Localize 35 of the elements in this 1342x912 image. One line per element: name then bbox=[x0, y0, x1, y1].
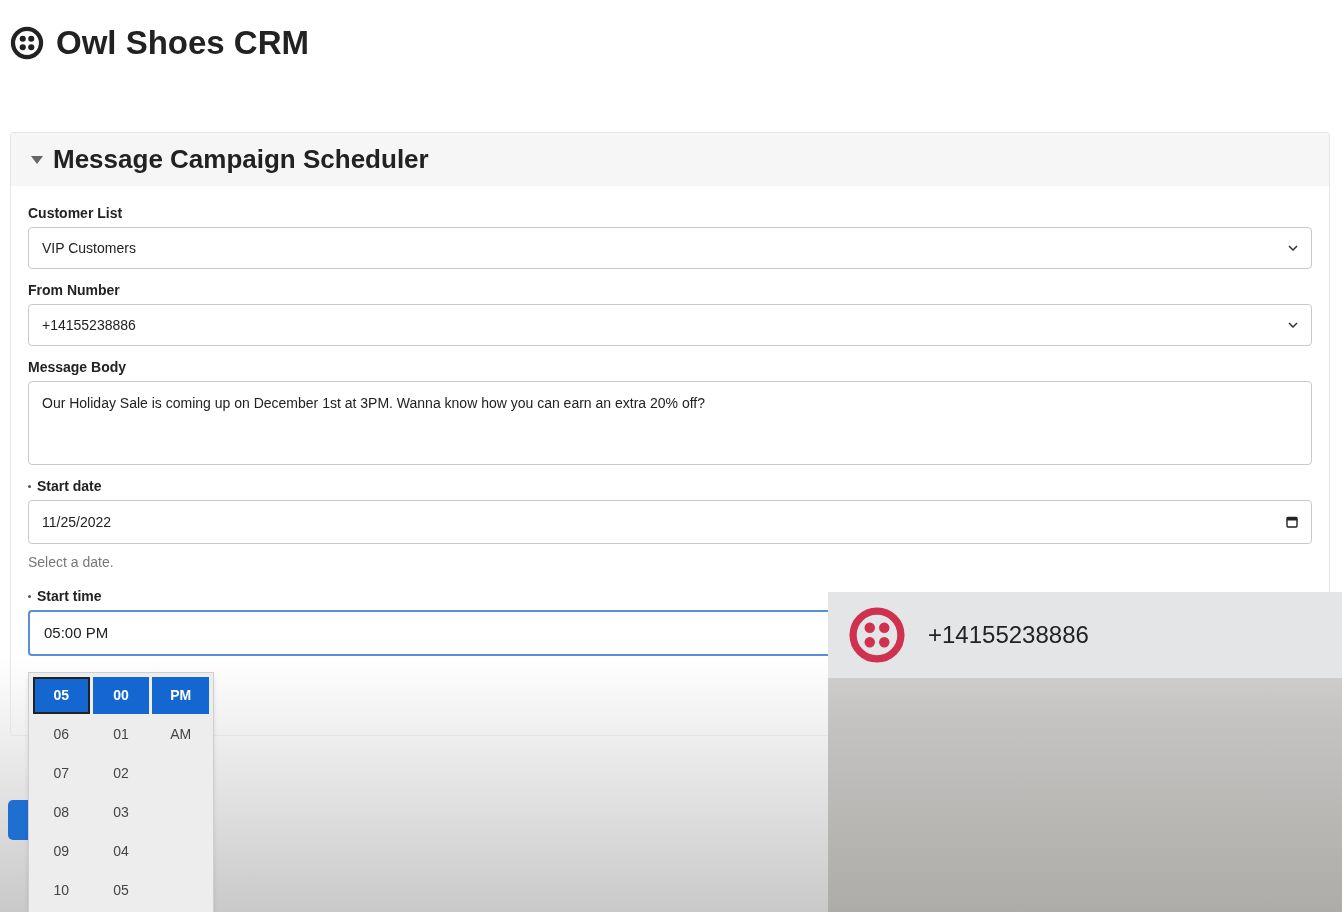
field-label: Start date bbox=[37, 476, 102, 496]
field-label: Start time bbox=[37, 586, 102, 606]
button[interactable] bbox=[8, 800, 28, 840]
help-text: Select a date. bbox=[28, 553, 115, 572]
time-option[interactable]: 08 bbox=[33, 794, 90, 831]
time-option[interactable]: PM bbox=[152, 677, 209, 714]
logo-icon bbox=[848, 606, 906, 664]
chevron-down-icon bbox=[1288, 322, 1298, 328]
field-label: From Number bbox=[28, 280, 120, 300]
message-textarea[interactable]: Our Holiday Sale is coming up on December 1st at 3PM. Wanna know how you can earn an extra 20% off? bbox=[28, 381, 1312, 465]
time-option[interactable]: 10 bbox=[33, 872, 90, 909]
time-option[interactable]: 06 bbox=[33, 716, 90, 753]
time-option[interactable]: 05 bbox=[92, 872, 150, 909]
time-option[interactable]: 02 bbox=[92, 755, 150, 792]
time-option[interactable]: 00 bbox=[92, 677, 150, 714]
time-option[interactable]: 04 bbox=[92, 833, 150, 870]
section-title: Message Campaign Scheduler bbox=[53, 143, 429, 176]
time-option[interactable]: 05 bbox=[33, 677, 90, 714]
time-option[interactable]: 03 bbox=[92, 794, 150, 831]
field-label: Customer List bbox=[28, 203, 123, 223]
section-header[interactable]: Message Campaign Scheduler bbox=[11, 133, 1329, 186]
time-option[interactable]: 07 bbox=[33, 755, 90, 792]
date-field[interactable]: 11/25/2022 bbox=[28, 500, 1312, 544]
logo-icon bbox=[10, 26, 44, 60]
time-option[interactable]: AM bbox=[152, 716, 209, 753]
triangle-icon bbox=[31, 155, 43, 164]
caller-number: +14155238886 bbox=[928, 620, 1089, 650]
app-title: Owl Shoes CRM bbox=[56, 23, 310, 64]
chevron-down-icon bbox=[1288, 245, 1298, 251]
dropdown-field[interactable]: +14155238886 bbox=[28, 304, 1312, 346]
dropdown-field[interactable]: VIP Customers bbox=[28, 227, 1312, 269]
time-option[interactable]: 09 bbox=[33, 833, 90, 870]
field-label: Message Body bbox=[28, 357, 127, 377]
time-option[interactable]: 01 bbox=[92, 716, 150, 753]
calendar-icon bbox=[1286, 516, 1298, 528]
